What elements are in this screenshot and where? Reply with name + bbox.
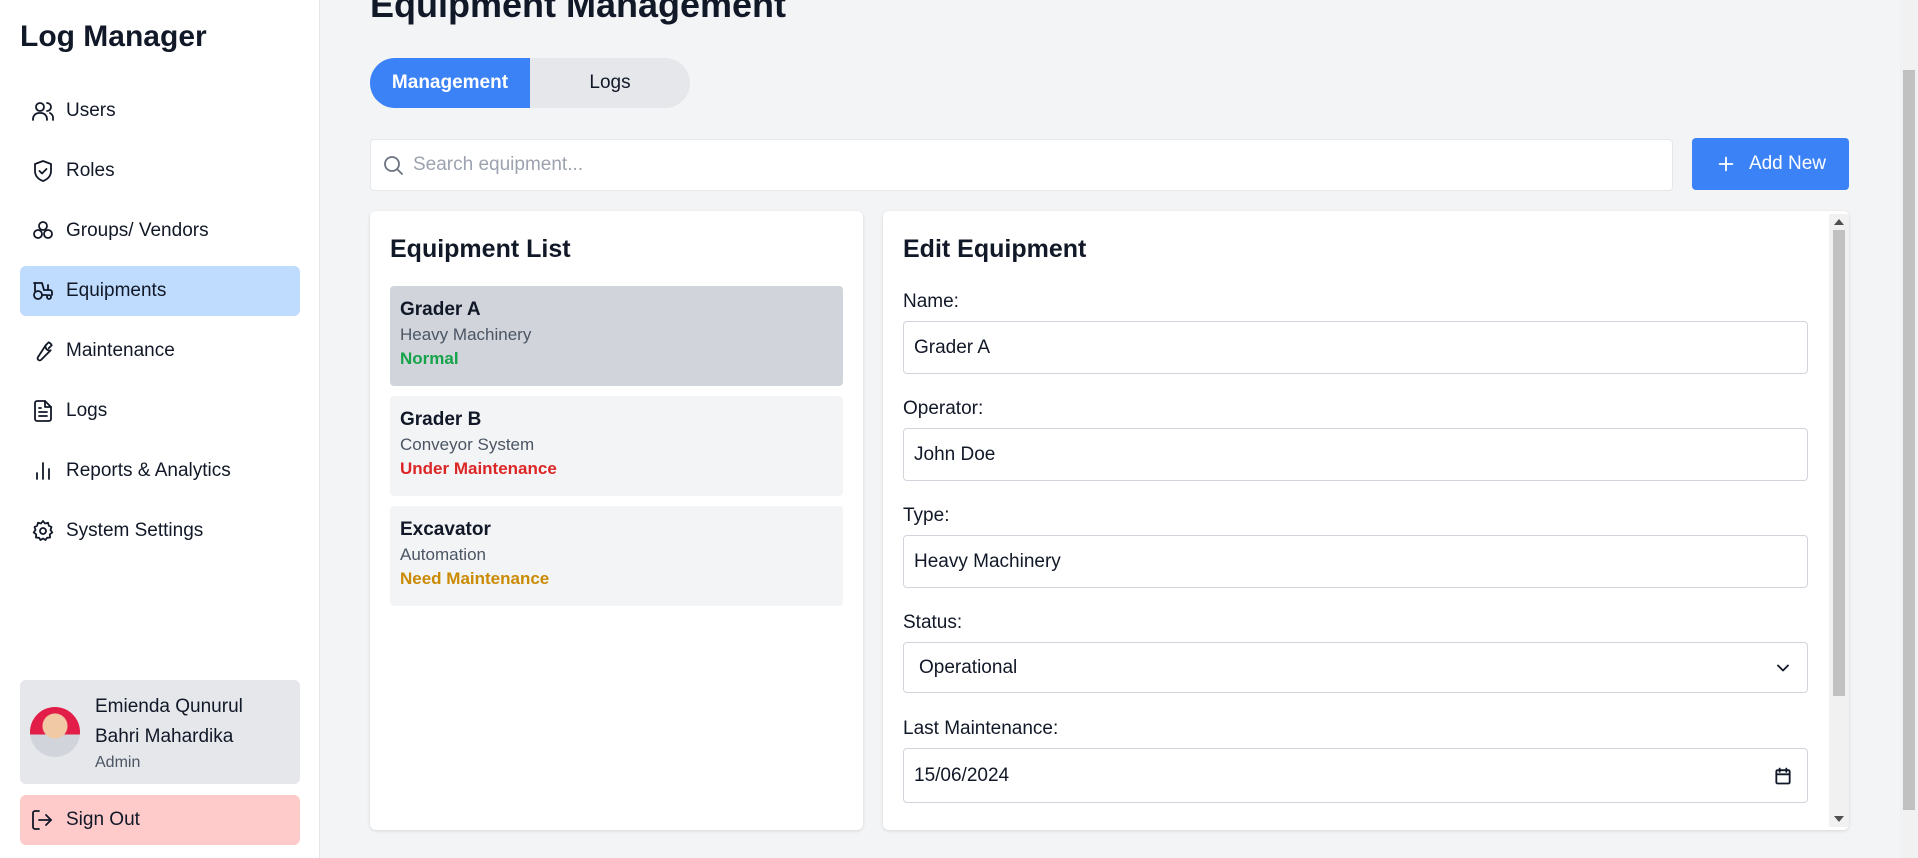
sign-out-icon bbox=[32, 810, 52, 830]
gear-icon bbox=[30, 518, 56, 544]
sign-out-label: Sign Out bbox=[66, 809, 140, 830]
users-icon bbox=[30, 98, 56, 124]
sidebar-item-equipments[interactable]: Equipments bbox=[20, 266, 300, 316]
sign-out-button[interactable]: Sign Out bbox=[20, 795, 300, 845]
sidebar-item-reports-analytics[interactable]: Reports & Analytics bbox=[20, 446, 300, 496]
sidebar-item-users[interactable]: Users bbox=[20, 86, 300, 136]
status-value: Operational bbox=[919, 656, 1018, 678]
status-label: Status: bbox=[903, 612, 963, 633]
sidebar-item-label: Reports & Analytics bbox=[66, 460, 231, 481]
equipment-list-title: Equipment List bbox=[390, 235, 571, 263]
sidebar-item-label: Roles bbox=[66, 160, 115, 181]
sidebar-item-label: System Settings bbox=[66, 520, 204, 541]
last-maintenance-date-field[interactable]: 15/06/2024 bbox=[903, 748, 1808, 803]
name-field[interactable]: Grader A bbox=[903, 321, 1808, 374]
groups-icon bbox=[30, 218, 56, 244]
type-value: Heavy Machinery bbox=[914, 550, 1061, 572]
calendar-icon[interactable] bbox=[1773, 766, 1793, 786]
equipment-type: Automation bbox=[400, 545, 486, 564]
sidebar-item-label: Logs bbox=[66, 400, 108, 421]
list-item[interactable]: Grader B Conveyor System Under Maintenan… bbox=[390, 396, 843, 496]
tab-management[interactable]: Management bbox=[370, 58, 530, 108]
scrollbar-thumb[interactable] bbox=[1833, 230, 1845, 696]
name-value: Grader A bbox=[914, 336, 991, 358]
sidebar-item-label: Equipments bbox=[66, 280, 167, 301]
search-bar bbox=[370, 139, 1673, 191]
status-select[interactable]: Operational bbox=[903, 642, 1808, 693]
search-input[interactable] bbox=[413, 154, 1613, 176]
tractor-icon bbox=[30, 278, 56, 304]
equipment-name: Grader A bbox=[400, 299, 481, 320]
name-label: Name: bbox=[903, 291, 959, 312]
tab-logs[interactable]: Logs bbox=[530, 58, 690, 108]
chevron-down-icon bbox=[1777, 664, 1789, 671]
list-item[interactable]: Grader A Heavy Machinery Normal bbox=[390, 286, 843, 386]
sidebar-item-roles[interactable]: Roles bbox=[20, 146, 300, 196]
sidebar-item-logs[interactable]: Logs bbox=[20, 386, 300, 436]
type-label: Type: bbox=[903, 505, 950, 526]
equipment-status: Need Maintenance bbox=[400, 569, 550, 588]
last-maintenance-value: 15/06/2024 bbox=[914, 764, 1010, 786]
last-maintenance-label: Last Maintenance: bbox=[903, 718, 1059, 739]
type-field[interactable]: Heavy Machinery bbox=[903, 535, 1808, 588]
document-icon bbox=[30, 398, 56, 424]
page-scrollbar-thumb[interactable] bbox=[1903, 70, 1915, 810]
sidebar: Log Manager Users Roles Groups/ Vendors … bbox=[0, 0, 320, 858]
sidebar-item-label: Users bbox=[66, 100, 116, 121]
add-new-button[interactable]: Add New bbox=[1692, 138, 1849, 190]
sidebar-item-label: Maintenance bbox=[66, 340, 175, 361]
page-title: Equipment Management bbox=[370, 0, 787, 25]
user-name: Emienda Qunurul Bahri Mahardika bbox=[95, 696, 243, 747]
bar-chart-icon bbox=[30, 458, 56, 484]
equipment-type: Heavy Machinery bbox=[400, 325, 532, 344]
shield-icon bbox=[30, 158, 56, 184]
user-card[interactable]: Emienda Qunurul Bahri Mahardika Admin bbox=[20, 680, 300, 784]
edit-equipment-panel: Edit Equipment Name: Grader A Operator: … bbox=[883, 211, 1849, 830]
search-icon bbox=[384, 156, 403, 175]
sidebar-nav: Users Roles Groups/ Vendors Equipments M… bbox=[20, 86, 300, 566]
scroll-down-arrow[interactable] bbox=[1834, 816, 1844, 822]
tab-bar: Management Logs bbox=[370, 58, 690, 108]
sidebar-item-groups-vendors[interactable]: Groups/ Vendors bbox=[20, 206, 300, 256]
equipment-name: Excavator bbox=[400, 519, 491, 540]
list-item[interactable]: Excavator Automation Need Maintenance bbox=[390, 506, 843, 606]
add-new-label: Add New bbox=[1748, 153, 1827, 174]
wrench-icon bbox=[30, 338, 56, 364]
equipment-type: Conveyor System bbox=[400, 435, 535, 454]
scroll-up-arrow[interactable] bbox=[1834, 219, 1844, 225]
avatar bbox=[30, 707, 80, 757]
edit-equipment-title: Edit Equipment bbox=[903, 235, 1087, 263]
operator-value: John Doe bbox=[914, 443, 996, 465]
operator-label: Operator: bbox=[903, 398, 984, 419]
sidebar-item-label: Groups/ Vendors bbox=[66, 220, 209, 241]
user-role: Admin bbox=[95, 754, 141, 771]
equipment-status: Normal bbox=[400, 349, 459, 368]
operator-field[interactable]: John Doe bbox=[903, 428, 1808, 481]
sidebar-item-system-settings[interactable]: System Settings bbox=[20, 506, 300, 556]
page-scrollbar[interactable] bbox=[1900, 0, 1918, 858]
user-info: Emienda Qunurul Bahri Mahardika Admin bbox=[95, 692, 275, 772]
equipment-name: Grader B bbox=[400, 409, 482, 430]
brand-title: Log Manager bbox=[20, 20, 207, 53]
sidebar-item-maintenance[interactable]: Maintenance bbox=[20, 326, 300, 376]
edit-panel-scrollbar[interactable] bbox=[1829, 214, 1849, 827]
plus-icon bbox=[1718, 156, 1734, 172]
equipment-list-panel: Equipment List Grader A Heavy Machinery … bbox=[370, 211, 863, 830]
equipment-status: Under Maintenance bbox=[400, 459, 557, 478]
